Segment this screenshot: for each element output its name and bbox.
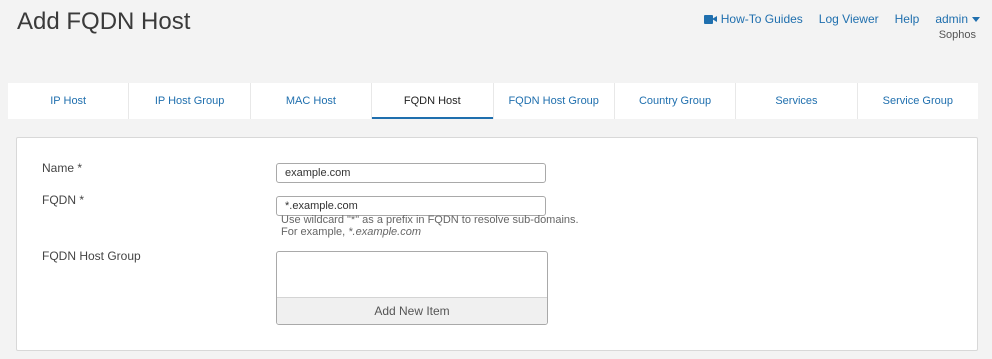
- fqdn-host-group-list[interactable]: Add New Item: [276, 251, 548, 325]
- video-camera-icon: [703, 14, 717, 24]
- organization-label: Sophos: [938, 29, 976, 41]
- tab-mac-host[interactable]: MAC Host: [251, 83, 373, 119]
- fqdn-hint-line2: For example, *.example.com: [281, 226, 579, 238]
- fqdn-hint-example: *.example.com: [348, 226, 422, 238]
- add-new-item-button[interactable]: Add New Item: [277, 297, 547, 324]
- user-menu[interactable]: admin: [935, 12, 980, 26]
- header-links: How-To Guides Log Viewer Help admin: [703, 12, 980, 26]
- how-to-guides-link[interactable]: How-To Guides: [703, 12, 803, 26]
- page-title: Add FQDN Host: [17, 8, 191, 35]
- tab-ip-host[interactable]: IP Host: [8, 83, 130, 119]
- tab-country-group[interactable]: Country Group: [615, 83, 737, 119]
- form-panel: Name * FQDN * Use wildcard "*" as a pref…: [16, 137, 978, 351]
- fqdn-label: FQDN *: [42, 193, 84, 207]
- fqdn-host-group-label: FQDN Host Group: [42, 249, 141, 263]
- user-name: admin: [935, 12, 968, 26]
- caret-down-icon: [972, 16, 980, 22]
- name-field[interactable]: [276, 163, 546, 183]
- help-link[interactable]: Help: [895, 12, 920, 26]
- fqdn-hint-line1: Use wildcard "*" as a prefix in FQDN to …: [281, 214, 579, 226]
- fqdn-hint-prefix: For example,: [281, 226, 349, 238]
- fqdn-field[interactable]: [276, 196, 546, 216]
- how-to-guides-label: How-To Guides: [720, 12, 803, 26]
- tab-fqdn-host-group[interactable]: FQDN Host Group: [494, 83, 615, 119]
- fqdn-hint: Use wildcard "*" as a prefix in FQDN to …: [281, 214, 579, 238]
- tab-ip-host-group[interactable]: IP Host Group: [129, 83, 251, 119]
- tab-services[interactable]: Services: [736, 83, 858, 119]
- tab-fqdn-host[interactable]: FQDN Host: [372, 83, 494, 119]
- name-label: Name *: [42, 161, 83, 175]
- log-viewer-link[interactable]: Log Viewer: [819, 12, 879, 26]
- tab-bar: IP Host IP Host Group MAC Host FQDN Host…: [8, 83, 978, 119]
- tab-service-group[interactable]: Service Group: [858, 83, 978, 119]
